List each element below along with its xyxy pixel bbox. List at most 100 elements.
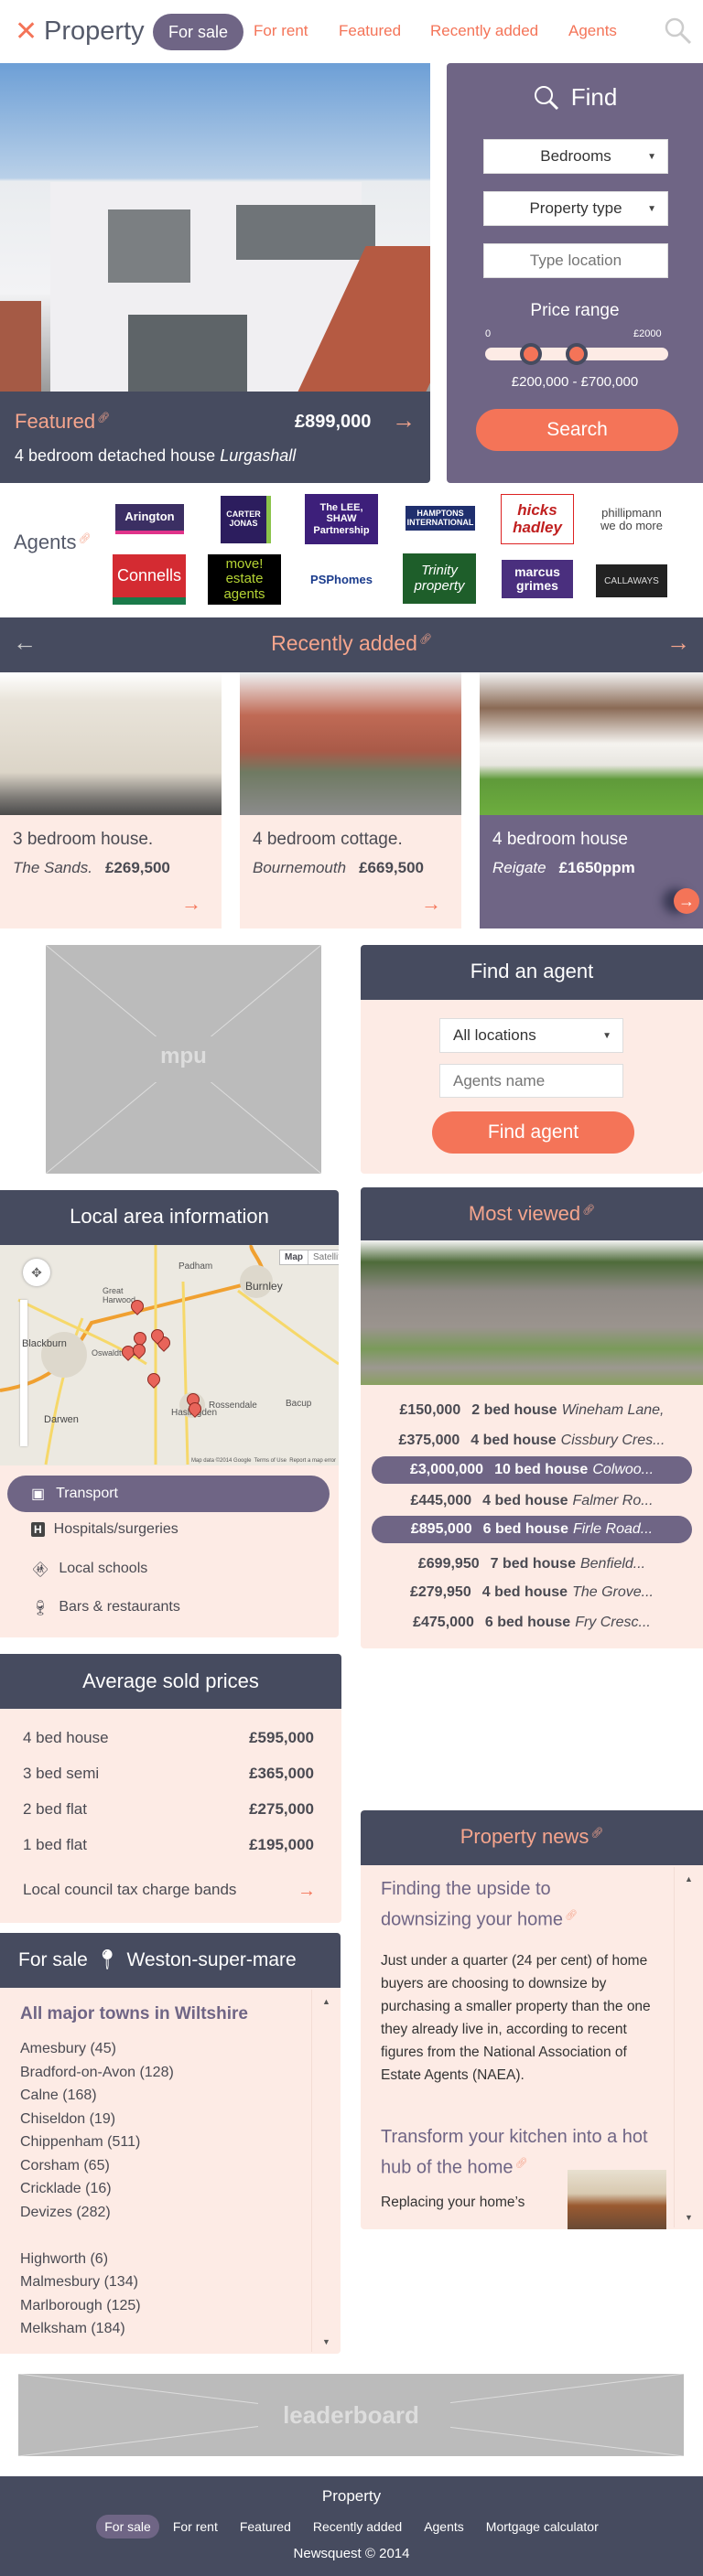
location-select[interactable]: All locations ▼ <box>439 1018 623 1053</box>
leaderboard-ad[interactable]: leaderboard <box>18 2374 684 2456</box>
agent-logo-trinity[interactable]: Trinity property <box>403 553 476 604</box>
row-price: £150,000 <box>399 1402 461 1418</box>
town-link[interactable]: Amesbury (45) <box>20 2037 174 2061</box>
most-viewed-row[interactable]: £895,000 6 bed house Firle Road... <box>372 1516 692 1543</box>
site-title[interactable]: Property <box>44 16 145 47</box>
slider-thumb-low[interactable] <box>520 343 542 365</box>
agent-logo-move[interactable]: move! estate agents <box>208 554 281 605</box>
most-viewed-row[interactable]: £150,000 2 bed house Wineham Lane, <box>372 1397 692 1424</box>
property-news-title[interactable]: Property news 🔗︎ <box>361 1825 703 1849</box>
council-tax-link[interactable]: Local council tax charge bands → <box>23 1881 316 1902</box>
footer-link[interactable]: Featured <box>232 2515 299 2538</box>
map-type-satellite[interactable]: Satellite <box>308 1250 339 1264</box>
news-article-body: Replacing your home’s <box>381 2195 525 2210</box>
town-link[interactable]: Calne (168) <box>20 2084 174 2108</box>
local-item-bars[interactable]: 🍷︎ Bars & restaurants <box>31 1599 180 1617</box>
footer-link[interactable]: For sale <box>96 2515 159 2538</box>
footer-link[interactable]: Recently added <box>305 2515 410 2538</box>
arrow-right-icon[interactable]: → <box>392 406 416 435</box>
town-link[interactable]: Malmesbury (134) <box>20 2270 174 2294</box>
most-viewed-row[interactable]: £375,000 4 bed house Cissbury Cres... <box>372 1427 692 1454</box>
town-link[interactable]: Marlborough (125) <box>20 2294 174 2318</box>
search-icon[interactable] <box>664 16 693 46</box>
featured-location: Lurgashall <box>220 446 297 465</box>
map[interactable]: ✥ MapSatellite Padham Burnley Blackburn … <box>0 1245 339 1465</box>
arrow-right-button[interactable]: → <box>674 888 699 914</box>
nav-for-sale[interactable]: For sale <box>153 14 243 50</box>
arrow-right-icon[interactable]: → <box>181 892 201 916</box>
town-link[interactable]: Corsham (65) <box>20 2154 174 2178</box>
slider-thumb-high[interactable] <box>566 343 588 365</box>
agent-logo-psp-homes[interactable]: PSPhomes <box>305 567 378 593</box>
map-pan-control[interactable]: ✥ <box>23 1259 50 1286</box>
property-card[interactable]: 4 bedroom cottage. Bournemouth £669,500 → <box>240 672 461 928</box>
nav-featured[interactable]: Featured <box>339 22 401 40</box>
town-link[interactable]: Bradford-on-Avon (128) <box>20 2061 174 2085</box>
avg-price-row: 4 bed house £595,000 <box>23 1729 314 1747</box>
featured-image <box>0 63 430 392</box>
agent-logo-connells[interactable]: Connells <box>113 554 186 605</box>
footer-link[interactable]: Mortgage calculator <box>478 2515 607 2538</box>
find-agent-button[interactable]: Find agent <box>432 1111 634 1154</box>
property-card-active[interactable]: 4 bedroom house Reigate £1650ppm → <box>480 672 703 928</box>
footer-link[interactable]: Agents <box>416 2515 472 2538</box>
most-viewed-row[interactable]: £445,000 4 bed house Falmer Ro... <box>372 1487 692 1515</box>
close-x-icon[interactable]: ✕ <box>15 15 38 49</box>
scrollbar[interactable]: ▲ ▼ <box>674 1867 703 2227</box>
property-type-select[interactable]: Property type ▼ <box>483 191 668 226</box>
town-link[interactable]: Devizes (282) <box>20 2201 174 2225</box>
nav-for-rent[interactable]: For rent <box>254 22 308 40</box>
location-input[interactable] <box>483 243 668 278</box>
local-item-schools[interactable]: 🚸︎ Local schools <box>31 1561 147 1579</box>
find-panel: Find Bedrooms▼ Property type▼ Price rang… <box>447 63 703 483</box>
average-sold-panel: Average sold prices 4 bed house £595,000 3… <box>0 1654 341 1923</box>
agent-logo-carter-jonas[interactable]: CARTER JONAS <box>221 496 271 543</box>
town-link[interactable]: Chippenham (511) <box>20 2131 174 2154</box>
agent-logo-hicks-hadley[interactable]: hicks hadley <box>501 494 574 544</box>
arrow-right-icon[interactable]: → <box>421 892 441 916</box>
agent-logo-callaways[interactable]: CALLAWAYS <box>596 564 667 597</box>
mpu-ad[interactable]: mpu <box>46 945 321 1174</box>
avg-price: £595,000 <box>249 1729 314 1746</box>
most-viewed-title[interactable]: Most viewed 🔗︎ <box>361 1202 703 1226</box>
property-card[interactable]: 3 bedroom house. The Sands. £269,500 → <box>0 672 222 928</box>
agents-label[interactable]: Agents 🔗︎ <box>14 531 91 554</box>
agent-logo-arington[interactable]: Arington <box>115 504 184 534</box>
most-viewed-row[interactable]: £699,950 7 bed house Benfield... <box>372 1551 692 1578</box>
price-slider[interactable] <box>485 343 668 365</box>
featured-hero[interactable]: Featured 🔗︎ £899,000 → 4 bedroom detached… <box>0 63 430 483</box>
town-link[interactable]: Chiseldon (19) <box>20 2108 174 2131</box>
map-place: Burnley <box>245 1280 283 1293</box>
footer: Property For sale For rent Featured Recentl… <box>0 2476 703 2576</box>
map-type-map[interactable]: Map <box>280 1250 308 1264</box>
arrow-right-icon[interactable]: → <box>666 628 690 657</box>
search-button[interactable]: Search <box>476 409 678 451</box>
bedrooms-select[interactable]: Bedrooms ▼ <box>483 139 668 174</box>
local-item-transport[interactable]: ▣ Transport <box>7 1476 330 1512</box>
price-range-value: £200,000 - £700,000 <box>511 374 639 390</box>
most-viewed-row[interactable]: £475,000 6 bed house Fry Cresc... <box>372 1609 692 1637</box>
footer-title[interactable]: Property <box>0 2487 703 2506</box>
map-zoom-slider[interactable] <box>20 1300 27 1446</box>
agent-logo-lee-shaw[interactable]: The LEE, SHAW Partnership <box>305 494 378 544</box>
agent-logo-hamptons[interactable]: HAMPTONS INTERNATIONAL <box>406 506 475 531</box>
scrollbar[interactable]: ▲ ▼ <box>311 1990 341 2352</box>
nav-recently-added[interactable]: Recently added <box>430 22 538 40</box>
agent-logo-phillipmann[interactable]: phillipmann we do more <box>595 501 668 538</box>
footer-link[interactable]: For rent <box>165 2515 226 2538</box>
town-link[interactable]: Melksham (184) <box>20 2317 174 2341</box>
agent-name-input[interactable] <box>439 1064 623 1098</box>
news-article-body: Just under a quarter (24 per cent) of ho… <box>381 1953 651 2083</box>
news-article-title[interactable]: Finding the upside to downsizing your ho… <box>381 1876 646 1934</box>
local-item-hospitals[interactable]: H Hospitals/surgeries <box>31 1521 178 1538</box>
most-viewed-row[interactable]: £3,000,000 10 bed house Colwoo... <box>372 1456 692 1484</box>
town-link[interactable]: Cricklade (16) <box>20 2177 174 2201</box>
most-viewed-row[interactable]: £279,950 4 bed house The Grove... <box>372 1579 692 1606</box>
recently-added-title[interactable]: Recently added 🔗︎ <box>0 631 703 656</box>
row-price: £895,000 <box>410 1521 472 1537</box>
featured-label: Featured 🔗︎ <box>15 410 111 433</box>
nav-agents[interactable]: Agents <box>568 22 617 40</box>
agent-logo-marcus-grimes[interactable]: marcus grimes <box>502 560 573 598</box>
town-link[interactable]: Highworth (6) <box>20 2248 174 2271</box>
for-sale-location[interactable]: Weston-super-mare <box>127 1949 297 1971</box>
